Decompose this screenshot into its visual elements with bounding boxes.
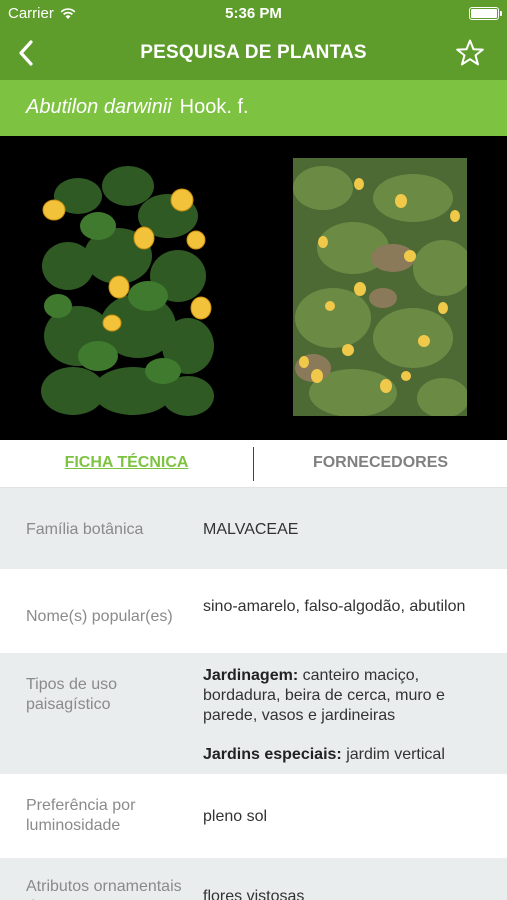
nomes-value: sino-amarelo, falso-algodão, abutilon (203, 598, 466, 615)
page-title: PESQUISA DE PLANTAS (140, 42, 367, 63)
details-table: Família botânica MALVACEAE Nome(s) popul… (0, 488, 507, 900)
tab-bar: FICHA TÉCNICA FORNECEDORES (0, 440, 507, 488)
navigation-bar: PESQUISA DE PLANTAS (0, 27, 507, 80)
uso-especiais-value: jardim vertical (341, 746, 445, 763)
uso-especiais-key: Jardins especiais: (203, 746, 342, 763)
familia-label: Família botânica (26, 521, 144, 538)
row-uso-paisagistico: Tipos de uso paisagístico Jardinagem: ca… (0, 653, 507, 776)
atributos-value: flores vistosas (203, 888, 305, 900)
row-nomes-populares: Nome(s) popular(es) sino-amarelo, falso-… (0, 571, 507, 653)
atributos-label: Atributos ornamentais da (26, 878, 182, 900)
tab-ficha-tecnica[interactable]: FICHA TÉCNICA (0, 440, 253, 488)
plant-photo-field[interactable] (293, 158, 467, 416)
clock: 5:36 PM (225, 5, 282, 22)
luz-value: pleno sol (203, 808, 268, 825)
row-luminosidade: Preferência por luminosidade pleno sol (0, 776, 507, 858)
luz-label: Preferência por luminosidade (26, 797, 136, 834)
uso-especiais: Jardins especiais: jardim vertical (203, 745, 493, 765)
species-header: Abutilon darwinii Hook. f. (0, 80, 507, 136)
tab-fornecedores[interactable]: FORNECEDORES (254, 440, 507, 488)
uso-jardinagem: Jardinagem: canteiro maciço, bordadura, … (203, 666, 493, 726)
tab-ficha-tecnica-label: FICHA TÉCNICA (64, 454, 189, 471)
nomes-label: Nome(s) popular(es) (26, 608, 173, 625)
battery-icon (469, 7, 502, 20)
star-outline-icon (456, 39, 484, 66)
favorite-button[interactable] (455, 38, 485, 68)
uso-value: Jardinagem: canteiro maciço, bordadura, … (203, 666, 493, 765)
species-author: Hook. f. (179, 96, 249, 118)
image-gallery (0, 136, 507, 440)
plant-photo-cutout[interactable] (38, 156, 218, 418)
status-bar: Carrier 5:36 PM (0, 0, 507, 27)
row-atributos: Atributos ornamentais da flores vistosas (0, 858, 507, 900)
tab-fornecedores-label: FORNECEDORES (312, 454, 449, 471)
row-familia: Família botânica MALVACEAE (0, 488, 507, 571)
familia-value: MALVACEAE (203, 521, 299, 538)
uso-label: Tipos de uso paisagístico (26, 676, 118, 713)
uso-jardinagem-key: Jardinagem: (203, 667, 299, 684)
scientific-name: Abutilon darwinii (26, 96, 172, 118)
